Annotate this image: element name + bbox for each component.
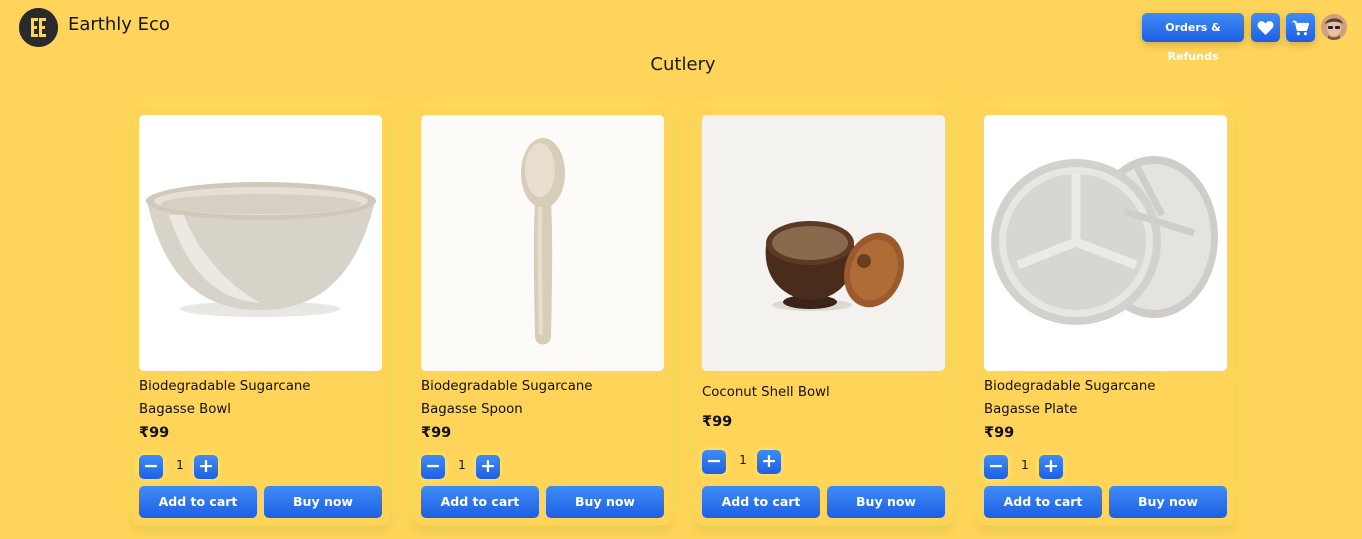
product-name-line2[interactable]: Bagasse Plate [984, 398, 1224, 421]
product-name[interactable]: Biodegradable Sugarcane [984, 375, 1224, 398]
cart-button[interactable] [1286, 13, 1315, 42]
buy-now-button[interactable]: Buy now [546, 486, 664, 518]
quantity-value: 1 [1021, 458, 1029, 472]
bagasse-bowl-image [139, 115, 382, 371]
add-to-cart-button[interactable]: Add to cart [984, 486, 1102, 518]
decrease-quantity-button[interactable]: − [139, 455, 163, 479]
add-to-cart-button[interactable]: Add to cart [702, 486, 820, 518]
product-name-line2[interactable]: Bagasse Spoon [421, 398, 661, 421]
buy-now-button[interactable]: Buy now [827, 486, 945, 518]
bagasse-spoon-image [421, 115, 664, 371]
bagasse-plate-image [984, 115, 1227, 371]
add-to-cart-button[interactable]: Add to cart [139, 486, 257, 518]
orders-refunds-button[interactable]: Orders & Refunds [1142, 13, 1244, 63]
product-price: ₹99 [421, 425, 452, 441]
product-card: Biodegradable Sugarcane Bagasse Spoon ₹9… [415, 108, 671, 525]
page-title: Cutlery [650, 54, 716, 75]
quantity-value: 1 [458, 458, 466, 472]
product-price: ₹99 [984, 425, 1015, 441]
quantity-value: 1 [739, 453, 747, 467]
increase-quantity-button[interactable]: + [1039, 455, 1063, 479]
buy-now-button[interactable]: Buy now [264, 486, 382, 518]
quantity-stepper: − 1 + [702, 450, 822, 475]
decrease-quantity-button[interactable]: − [984, 455, 1008, 479]
quantity-stepper: − 1 + [421, 455, 541, 480]
product-image[interactable] [984, 115, 1227, 371]
product-name[interactable]: Biodegradable Sugarcane [421, 375, 661, 398]
product-card: Coconut Shell Bowl ₹99 − 1 + Add to cart… [696, 108, 952, 525]
increase-quantity-button[interactable]: + [476, 455, 500, 479]
logo-icon [19, 8, 58, 47]
buy-now-button[interactable]: Buy now [1109, 486, 1227, 518]
product-name[interactable]: Coconut Shell Bowl [702, 381, 942, 404]
product-name-line2[interactable]: Bagasse Bowl [139, 398, 379, 421]
user-avatar[interactable] [1321, 14, 1347, 40]
product-card: Biodegradable Sugarcane Bagasse Bowl ₹99… [133, 108, 389, 525]
add-to-cart-button[interactable]: Add to cart [421, 486, 539, 518]
favorites-button[interactable] [1251, 13, 1280, 42]
quantity-value: 1 [176, 458, 184, 472]
avatar-image [1321, 14, 1347, 40]
product-name[interactable]: Biodegradable Sugarcane [139, 375, 379, 398]
logo[interactable] [19, 8, 58, 47]
product-price: ₹99 [139, 425, 170, 441]
product-image[interactable] [702, 115, 945, 371]
quantity-stepper: − 1 + [984, 455, 1104, 480]
quantity-stepper: − 1 + [139, 455, 259, 480]
product-image[interactable] [139, 115, 382, 371]
heart-icon [1257, 21, 1274, 35]
decrease-quantity-button[interactable]: − [702, 450, 726, 474]
coconut-shell-bowl-image [702, 115, 945, 371]
increase-quantity-button[interactable]: + [757, 450, 781, 474]
product-price: ₹99 [702, 414, 733, 430]
decrease-quantity-button[interactable]: − [421, 455, 445, 479]
header: Earthly Eco Orders & Refunds [0, 0, 1362, 63]
product-image[interactable] [421, 115, 664, 371]
product-card: Biodegradable Sugarcane Bagasse Plate ₹9… [978, 108, 1234, 525]
increase-quantity-button[interactable]: + [194, 455, 218, 479]
cart-icon [1292, 20, 1309, 35]
brand-name[interactable]: Earthly Eco [68, 14, 170, 35]
